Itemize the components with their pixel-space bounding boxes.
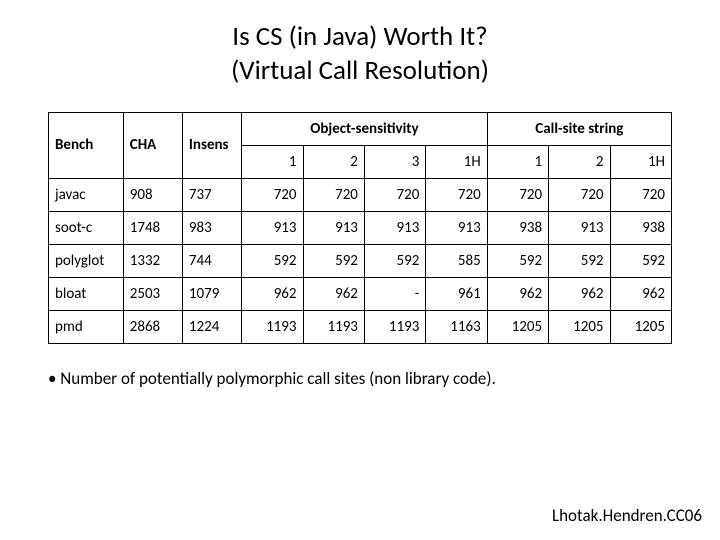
cell-o3: 913 bbox=[364, 211, 425, 244]
cell-o1h: 585 bbox=[426, 244, 487, 277]
cell-insens: 1224 bbox=[182, 310, 241, 343]
col-obj-3: 3 bbox=[364, 145, 425, 178]
title-line-2: (Virtual Call Resolution) bbox=[231, 54, 489, 87]
col-obj-1: 1 bbox=[242, 145, 303, 178]
cell-o1h: 961 bbox=[426, 277, 487, 310]
cell-insens: 737 bbox=[182, 178, 241, 211]
cell-o1h: 1163 bbox=[426, 310, 487, 343]
bullet-note: • Number of potentially polymorphic call… bbox=[48, 368, 672, 389]
table-row: bloat 2503 1079 962 962 - 961 962 962 96… bbox=[49, 277, 672, 310]
cell-c2: 962 bbox=[549, 277, 610, 310]
cell-cha: 2868 bbox=[123, 310, 182, 343]
title-line-1: Is CS (in Java) Worth It? bbox=[232, 20, 487, 53]
cell-cha: 1748 bbox=[123, 211, 182, 244]
table-row: soot-c 1748 983 913 913 913 913 938 913 … bbox=[49, 211, 672, 244]
cell-insens: 744 bbox=[182, 244, 241, 277]
col-group-call-site-string: Call-site string bbox=[487, 112, 671, 145]
cell-o2: 913 bbox=[303, 211, 364, 244]
cell-cha: 908 bbox=[123, 178, 182, 211]
cell-c1: 1205 bbox=[487, 310, 548, 343]
cell-o1h: 720 bbox=[426, 178, 487, 211]
cell-c2: 720 bbox=[549, 178, 610, 211]
header-row-1: Bench CHA Insens Object-sensitivity Call… bbox=[49, 112, 672, 145]
col-group-object-sensitivity: Object-sensitivity bbox=[242, 112, 488, 145]
cell-c1h: 720 bbox=[610, 178, 671, 211]
table-body: javac 908 737 720 720 720 720 720 720 72… bbox=[49, 178, 672, 343]
cell-c1: 938 bbox=[487, 211, 548, 244]
cell-c2: 913 bbox=[549, 211, 610, 244]
cell-o1: 1193 bbox=[242, 310, 303, 343]
col-css-1h: 1H bbox=[610, 145, 671, 178]
results-table: Bench CHA Insens Object-sensitivity Call… bbox=[48, 112, 672, 344]
cell-c1: 962 bbox=[487, 277, 548, 310]
cell-bench: javac bbox=[49, 178, 124, 211]
cell-bench: bloat bbox=[49, 277, 124, 310]
cell-c1: 592 bbox=[487, 244, 548, 277]
citation: Lhotak.Hendren.CC06 bbox=[552, 505, 702, 526]
cell-o3: - bbox=[364, 277, 425, 310]
col-css-1: 1 bbox=[487, 145, 548, 178]
cell-c1h: 938 bbox=[610, 211, 671, 244]
cell-c2: 592 bbox=[549, 244, 610, 277]
cell-c1h: 962 bbox=[610, 277, 671, 310]
cell-insens: 1079 bbox=[182, 277, 241, 310]
cell-o3: 1193 bbox=[364, 310, 425, 343]
table-row: javac 908 737 720 720 720 720 720 720 72… bbox=[49, 178, 672, 211]
cell-o2: 592 bbox=[303, 244, 364, 277]
cell-cha: 1332 bbox=[123, 244, 182, 277]
col-cha: CHA bbox=[123, 112, 182, 178]
cell-o1: 720 bbox=[242, 178, 303, 211]
cell-insens: 983 bbox=[182, 211, 241, 244]
cell-bench: polyglot bbox=[49, 244, 124, 277]
cell-o3: 720 bbox=[364, 178, 425, 211]
cell-bench: soot-c bbox=[49, 211, 124, 244]
col-bench: Bench bbox=[49, 112, 124, 178]
cell-bench: pmd bbox=[49, 310, 124, 343]
col-obj-1h: 1H bbox=[426, 145, 487, 178]
cell-o1: 962 bbox=[242, 277, 303, 310]
slide-title: Is CS (in Java) Worth It? (Virtual Call … bbox=[48, 20, 672, 88]
table-row: polyglot 1332 744 592 592 592 585 592 59… bbox=[49, 244, 672, 277]
cell-c2: 1205 bbox=[549, 310, 610, 343]
table-row: pmd 2868 1224 1193 1193 1193 1163 1205 1… bbox=[49, 310, 672, 343]
cell-o2: 720 bbox=[303, 178, 364, 211]
col-insens: Insens bbox=[182, 112, 241, 178]
cell-o1: 913 bbox=[242, 211, 303, 244]
cell-o2: 1193 bbox=[303, 310, 364, 343]
cell-o2: 962 bbox=[303, 277, 364, 310]
cell-cha: 2503 bbox=[123, 277, 182, 310]
cell-o1h: 913 bbox=[426, 211, 487, 244]
cell-c1h: 1205 bbox=[610, 310, 671, 343]
cell-c1h: 592 bbox=[610, 244, 671, 277]
cell-o3: 592 bbox=[364, 244, 425, 277]
col-css-2: 2 bbox=[549, 145, 610, 178]
cell-o1: 592 bbox=[242, 244, 303, 277]
cell-c1: 720 bbox=[487, 178, 548, 211]
col-obj-2: 2 bbox=[303, 145, 364, 178]
